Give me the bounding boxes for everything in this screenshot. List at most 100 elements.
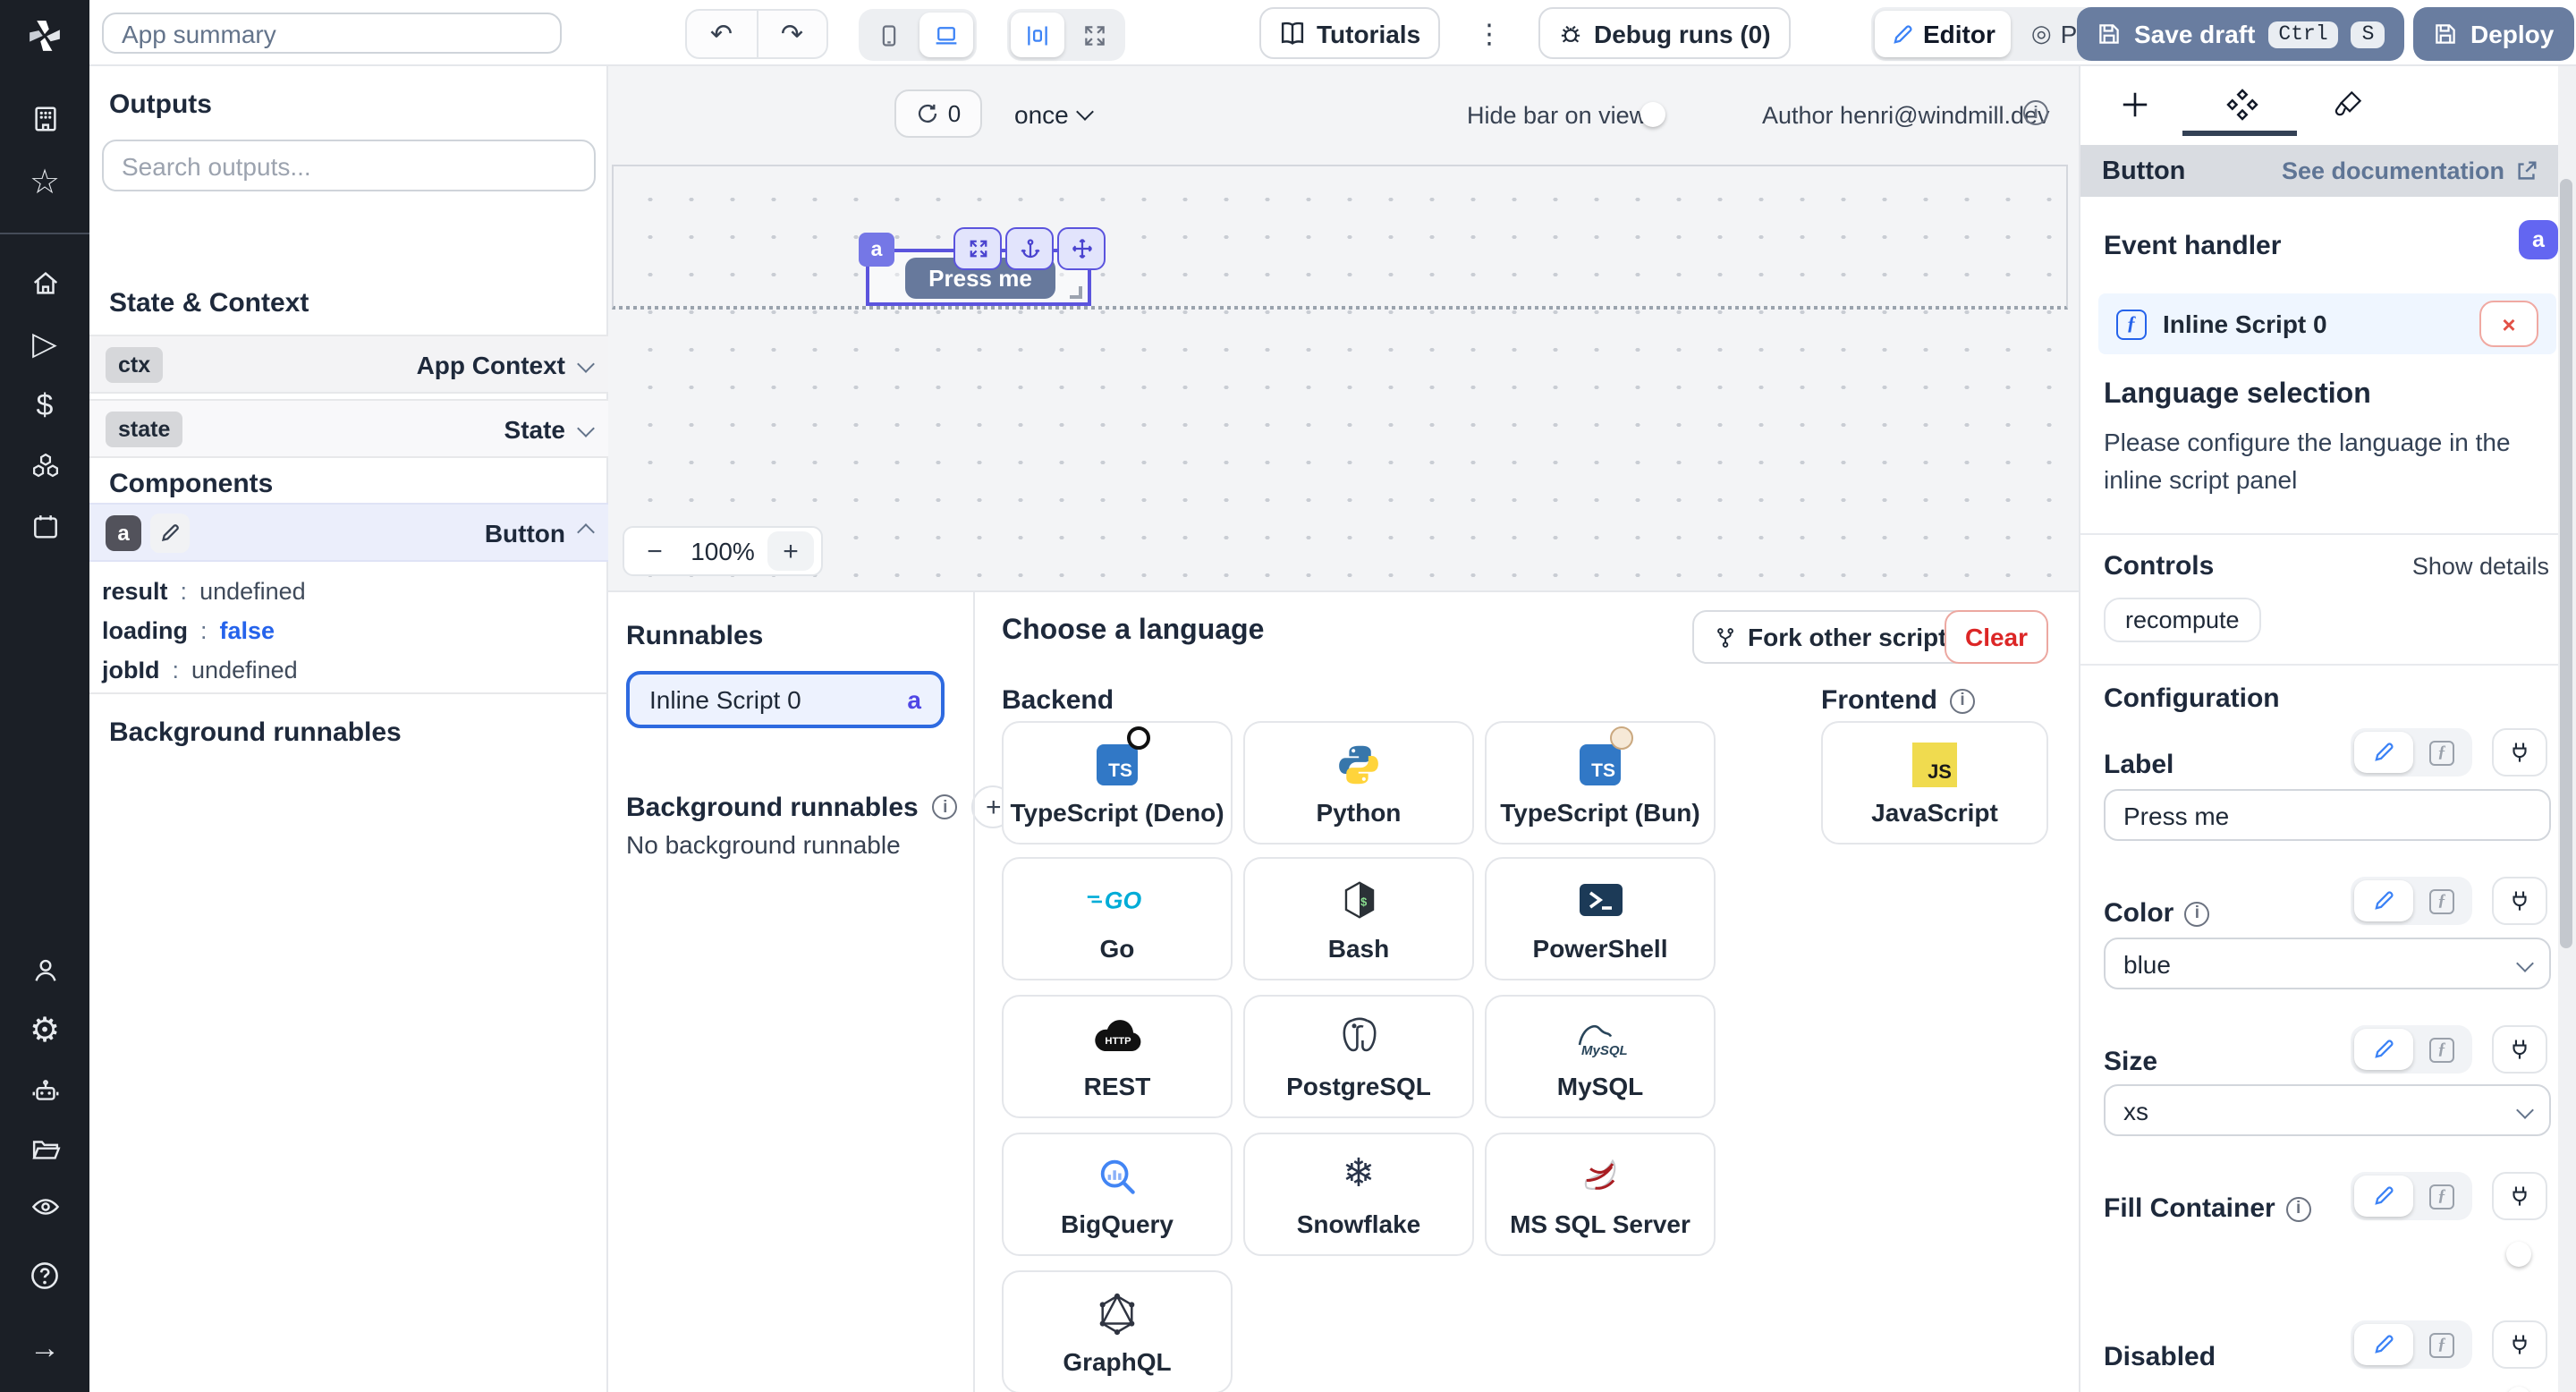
function-mode-icon[interactable]: ƒ xyxy=(2415,1029,2469,1070)
full-width-icon[interactable] xyxy=(1068,13,1122,57)
chevron-up-icon[interactable] xyxy=(577,523,595,541)
connect-plug-icon[interactable] xyxy=(2492,877,2547,925)
more-options-icon[interactable]: ⋮ xyxy=(1476,18,1503,50)
static-pencil-icon[interactable] xyxy=(2354,1324,2413,1365)
inline-script-row[interactable]: ƒ Inline Script 0 × xyxy=(2098,293,2556,354)
anchor-handle-icon[interactable] xyxy=(1005,227,1054,270)
rest-http-icon: HTTP xyxy=(1089,1011,1146,1065)
static-pencil-icon[interactable] xyxy=(2354,880,2413,921)
windmill-logo[interactable] xyxy=(25,16,64,55)
collapse-arrow-icon[interactable]: → xyxy=(0,1324,89,1371)
connect-plug-icon[interactable] xyxy=(2492,1320,2547,1369)
eye-icon[interactable] xyxy=(0,1183,89,1229)
tab-editor[interactable]: Editor xyxy=(1875,11,2012,57)
favorites-icon[interactable]: ☆ xyxy=(0,159,89,206)
fork-other-script-button[interactable]: Fork other script xyxy=(1692,610,1969,664)
lang-card-snowflake[interactable]: ❄ Snowflake xyxy=(1243,1133,1474,1256)
resize-handle[interactable] xyxy=(1070,286,1082,299)
recompute-button[interactable]: recompute xyxy=(2104,598,2261,642)
label-value-input[interactable] xyxy=(2104,789,2551,841)
tab-styling-brush-icon[interactable] xyxy=(2326,82,2368,125)
settings-gear-icon[interactable]: ⚙ xyxy=(0,1007,89,1054)
resources-icon[interactable] xyxy=(0,442,89,488)
lang-card-graphql[interactable]: GraphQL xyxy=(1002,1270,1233,1392)
tab-component-settings-icon[interactable] xyxy=(2220,82,2263,125)
static-pencil-icon[interactable] xyxy=(2354,1176,2413,1217)
redo-button[interactable]: ↷ xyxy=(758,11,826,57)
function-mode-icon[interactable]: ƒ xyxy=(2415,1176,2469,1217)
output-row-ctx[interactable]: ctx App Context xyxy=(89,335,608,394)
zoom-in-button[interactable]: + xyxy=(767,531,814,571)
component-row-button[interactable]: a Button xyxy=(89,503,608,562)
lang-card-powershell[interactable]: PowerShell xyxy=(1485,857,1716,980)
lang-card-bash[interactable]: $ Bash xyxy=(1243,857,1474,980)
info-icon[interactable]: i xyxy=(2286,1196,2311,1221)
refresh-counter[interactable]: 0 xyxy=(894,89,982,138)
clear-button[interactable]: Clear xyxy=(1945,610,2048,664)
user-icon[interactable] xyxy=(0,946,89,993)
lang-card-postgresql[interactable]: PostgreSQL xyxy=(1243,995,1474,1118)
lang-card-mssql[interactable]: MS SQL Server xyxy=(1485,1133,1716,1256)
show-details-link[interactable]: Show details xyxy=(2399,553,2549,580)
tutorials-button[interactable]: Tutorials xyxy=(1259,7,1440,59)
mobile-view-icon[interactable] xyxy=(862,13,916,57)
save-draft-button[interactable]: Save draft Ctrl S xyxy=(2077,7,2404,61)
connect-plug-icon[interactable] xyxy=(2492,1172,2547,1220)
save-icon xyxy=(2433,21,2458,47)
desktop-view-icon[interactable] xyxy=(919,13,973,57)
runs-icon[interactable]: ▷ xyxy=(0,320,89,367)
scrollbar-thumb[interactable] xyxy=(2560,179,2572,948)
info-icon[interactable]: i xyxy=(1950,688,1975,713)
chevron-down-icon[interactable] xyxy=(1076,103,1094,121)
folders-icon[interactable] xyxy=(0,1125,89,1172)
lang-card-rest[interactable]: HTTP REST xyxy=(1002,995,1233,1118)
schedules-icon[interactable] xyxy=(0,503,89,549)
function-mode-icon[interactable]: ƒ xyxy=(2415,1324,2469,1365)
search-outputs-input[interactable] xyxy=(102,140,596,191)
remove-script-button[interactable]: × xyxy=(2479,301,2538,347)
lang-card-go[interactable]: GO Go xyxy=(1002,857,1233,980)
workspace-icon[interactable] xyxy=(0,95,89,141)
lang-card-mysql[interactable]: MySQL MySQL xyxy=(1485,995,1716,1118)
chevron-down-icon[interactable] xyxy=(577,355,595,373)
function-mode-icon[interactable]: ƒ xyxy=(2415,732,2469,773)
output-row-state[interactable]: state State xyxy=(89,399,608,458)
function-mode-icon[interactable]: ƒ xyxy=(2415,880,2469,921)
color-select[interactable]: blue xyxy=(2104,938,2551,989)
zoom-level: 100% xyxy=(678,537,767,565)
undo-button[interactable]: ↶ xyxy=(687,11,758,57)
tab-insert-plus-icon[interactable] xyxy=(2113,82,2156,125)
connect-plug-icon[interactable] xyxy=(2492,1025,2547,1074)
refresh-mode-dropdown[interactable]: once xyxy=(1014,100,1069,129)
expand-handle-icon[interactable] xyxy=(953,227,1002,270)
app-summary-input[interactable] xyxy=(102,13,562,54)
info-icon[interactable]: i xyxy=(2023,100,2048,125)
lang-card-typescript-deno[interactable]: TS TypeScript (Deno) xyxy=(1002,721,1233,845)
help-icon[interactable] xyxy=(0,1252,89,1299)
rename-pencil-icon[interactable] xyxy=(150,513,190,552)
deploy-button[interactable]: Deploy xyxy=(2413,7,2573,61)
connect-plug-icon[interactable] xyxy=(2492,728,2547,777)
center-content-icon[interactable] xyxy=(1011,13,1064,57)
info-icon[interactable]: i xyxy=(2184,901,2209,926)
ai-robot-icon[interactable] xyxy=(0,1068,89,1115)
lang-card-python[interactable]: Python xyxy=(1243,721,1474,845)
size-select[interactable]: xs xyxy=(2104,1084,2551,1136)
static-pencil-icon[interactable] xyxy=(2354,1029,2413,1070)
move-handle-icon[interactable] xyxy=(1057,227,1106,270)
state-chip: state xyxy=(106,411,182,446)
zoom-out-button[interactable]: − xyxy=(631,534,678,568)
variables-icon[interactable]: $ xyxy=(0,381,89,428)
static-pencil-icon[interactable] xyxy=(2354,732,2413,773)
info-icon[interactable]: i xyxy=(933,794,958,819)
debug-runs-button[interactable]: Debug runs (0) xyxy=(1538,7,1791,59)
canvas-grid[interactable]: a Press me xyxy=(612,165,2068,581)
chevron-down-icon[interactable] xyxy=(577,420,595,437)
see-documentation-link[interactable]: See documentation xyxy=(2282,157,2538,184)
lang-card-typescript-bun[interactable]: TS TypeScript (Bun) xyxy=(1485,721,1716,845)
bigquery-icon xyxy=(1097,1149,1138,1202)
home-icon[interactable] xyxy=(0,259,89,306)
lang-card-javascript[interactable]: JS JavaScript xyxy=(1821,721,2048,845)
runnable-item-inline-script-0[interactable]: Inline Script 0 a xyxy=(626,671,945,728)
lang-card-bigquery[interactable]: BigQuery xyxy=(1002,1133,1233,1256)
